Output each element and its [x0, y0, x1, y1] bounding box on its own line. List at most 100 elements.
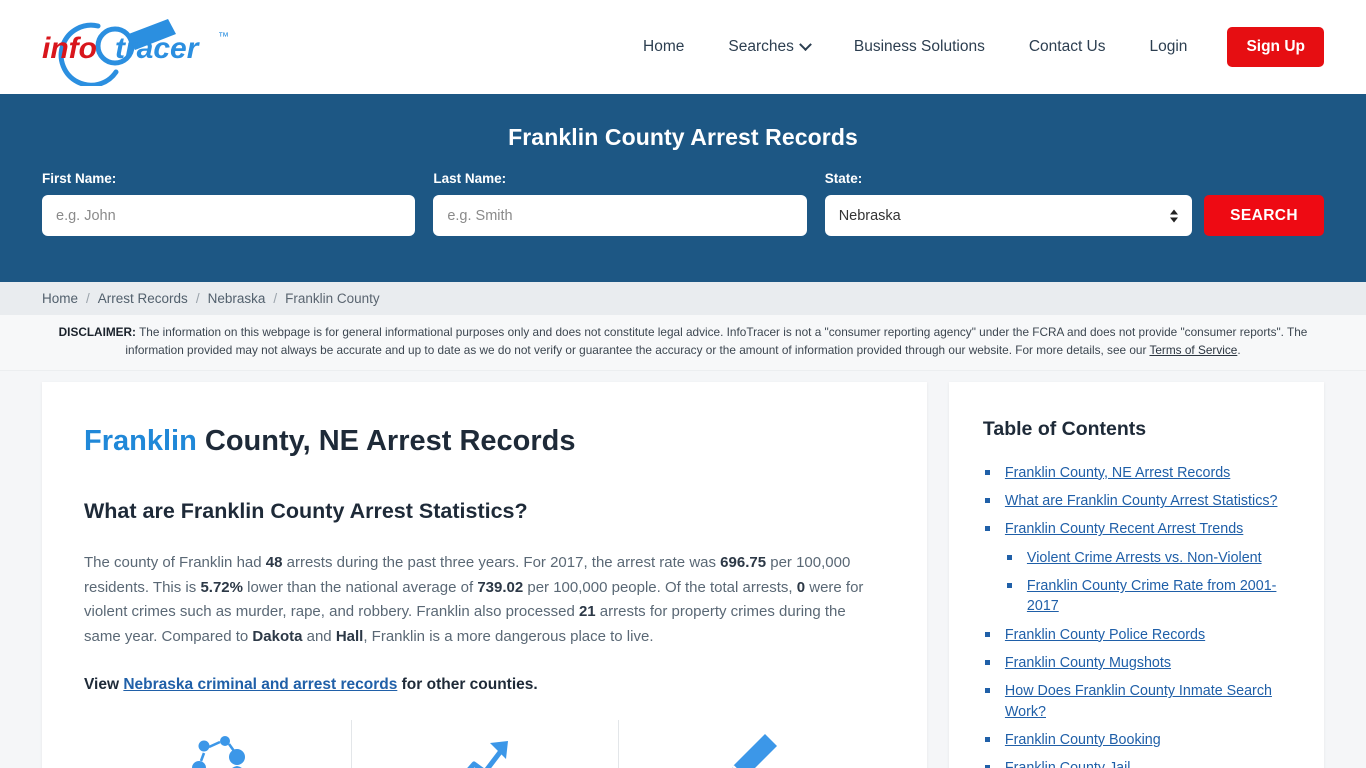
toc-item: Violent Crime Arrests vs. Non-Violent — [983, 548, 1294, 568]
stat-text-5: per 100,000 people. Of the total arrests… — [523, 578, 797, 596]
section-heading-statistics: What are Franklin County Arrest Statisti… — [84, 498, 528, 523]
svg-text:tracer: tracer — [115, 32, 201, 65]
main-navigation: Home Searches Business Solutions Contact… — [621, 0, 1324, 94]
search-button[interactable]: SEARCH — [1204, 195, 1324, 236]
nav-home-label: Home — [643, 38, 685, 55]
toc-item: Franklin County Recent Arrest Trends — [983, 519, 1294, 539]
disclaimer-text: The information on this webpage is for g… — [125, 325, 1308, 357]
toc-link-4[interactable]: Franklin County Crime Rate from 2001-201… — [1027, 578, 1277, 614]
state-select-wrap: NebraskaAlabamaAlaskaArizonaArkansasCali… — [824, 195, 1193, 236]
stat-violent-crimes: 0 — [796, 578, 806, 596]
feature-cell-3 — [617, 720, 885, 768]
stat-text-4: lower than the national average of — [242, 578, 478, 596]
toc-item: Franklin County Police Records — [983, 625, 1294, 645]
last-name-input[interactable] — [433, 195, 807, 236]
toc-link-2[interactable]: Franklin County Recent Arrest Trends — [1005, 521, 1243, 537]
state-select[interactable]: NebraskaAlabamaAlaskaArizonaArkansasCali… — [824, 195, 1193, 236]
toc-item: Franklin County Jail — [983, 758, 1294, 768]
toc-link-6[interactable]: Franklin County Mugshots — [1005, 655, 1171, 671]
stat-total-arrests: 48 — [265, 553, 283, 571]
search-form: First Name: Last Name: State: NebraskaAl… — [0, 151, 1366, 236]
nav-login[interactable]: Login — [1128, 38, 1210, 56]
breadcrumb-separator: / — [273, 291, 278, 306]
last-name-label: Last Name: — [433, 171, 507, 186]
terms-of-service-link[interactable]: Terms of Service — [1149, 343, 1237, 357]
site-header: info tracer ™ Home Searches Business Sol… — [0, 0, 1366, 94]
nav-searches[interactable]: Searches — [706, 37, 831, 56]
toc-link-3[interactable]: Violent Crime Arrests vs. Non-Violent — [1027, 550, 1262, 566]
stat-percent-lower: 5.72% — [200, 578, 243, 596]
toc-item: What are Franklin County Arrest Statisti… — [983, 491, 1294, 511]
toc-link-8[interactable]: Franklin County Booking — [1005, 732, 1161, 748]
feature-icon-strip — [84, 720, 885, 768]
stat-property-crimes: 21 — [578, 603, 596, 621]
view-line-post: for other counties. — [397, 676, 538, 694]
article-title-rest: County, NE Arrest Records — [196, 424, 576, 457]
breadcrumb-item-home[interactable]: Home — [42, 291, 78, 306]
stat-text-8: and — [302, 628, 336, 646]
nav-contact-us[interactable]: Contact Us — [1007, 38, 1128, 56]
nav-business-solutions[interactable]: Business Solutions — [832, 38, 1007, 56]
view-other-counties-line: View Nebraska criminal and arrest record… — [84, 676, 885, 694]
first-name-label: First Name: — [42, 171, 117, 186]
toc-link-9[interactable]: Franklin County Jail — [1005, 760, 1131, 768]
toc-item: Franklin County, NE Arrest Records — [983, 463, 1294, 483]
page-title: Franklin County Arrest Records — [508, 124, 858, 150]
infotracer-logo-icon: info tracer ™ — [42, 19, 229, 86]
toc-item: How Does Franklin County Inmate Search W… — [983, 681, 1294, 722]
breadcrumb-separator: / — [86, 291, 90, 306]
toc-link-0[interactable]: Franklin County, NE Arrest Records — [1005, 465, 1230, 481]
view-line-pre: View — [84, 676, 124, 694]
breadcrumb-item-current: Franklin County — [285, 291, 380, 306]
breadcrumb-item-nebraska[interactable]: Nebraska — [208, 291, 266, 306]
svg-text:™: ™ — [218, 31, 229, 43]
sign-up-button[interactable]: Sign Up — [1227, 27, 1324, 67]
stat-county-dakota: Dakota — [252, 628, 303, 646]
stat-text-2: arrests during the past three years. For… — [282, 553, 721, 571]
breadcrumb-item-arrest-records[interactable]: Arrest Records — [98, 291, 188, 306]
stat-arrest-rate: 696.75 — [720, 553, 767, 571]
trend-arrow-up-icon — [467, 741, 509, 768]
network-people-icon — [192, 736, 246, 768]
disclaimer-label: DISCLAIMER: — [58, 325, 136, 339]
toc-link-7[interactable]: How Does Franklin County Inmate Search W… — [1005, 683, 1272, 719]
disclaimer-banner: DISCLAIMER: The information on this webp… — [0, 315, 1366, 371]
toc-list: Franklin County, NE Arrest Records What a… — [983, 463, 1294, 768]
pen-icon — [732, 734, 778, 768]
feature-cell-1 — [84, 720, 351, 768]
table-of-contents-card: Table of Contents Franklin County, NE Ar… — [948, 381, 1324, 768]
feature-cell-2 — [350, 720, 618, 768]
nebraska-records-link[interactable]: Nebraska criminal and arrest records — [123, 676, 397, 693]
toc-item: Franklin County Mugshots — [983, 653, 1294, 673]
state-group: State: NebraskaAlabamaAlaskaArizonaArkan… — [824, 171, 1193, 236]
page-body: Franklin County, NE Arrest Records What … — [0, 371, 1366, 768]
site-logo[interactable]: info tracer ™ — [40, 8, 240, 86]
toc-link-5[interactable]: Franklin County Police Records — [1005, 627, 1205, 643]
statistics-paragraph: The county of Franklin had 48 arrests du… — [84, 551, 885, 651]
nav-contact-us-label: Contact Us — [1028, 38, 1106, 55]
nav-searches-label: Searches — [728, 38, 794, 55]
stat-text-9: , Franklin is a more dangerous place to … — [363, 628, 654, 646]
state-label: State: — [824, 171, 863, 186]
toc-title: Table of Contents — [982, 417, 1147, 440]
toc-item: Franklin County Booking — [983, 730, 1294, 750]
breadcrumb-separator: / — [195, 291, 200, 306]
nav-home[interactable]: Home — [621, 38, 706, 56]
nav-login-label: Login — [1149, 38, 1188, 55]
first-name-input[interactable] — [42, 195, 416, 236]
stat-text-1: The county of Franklin had — [84, 553, 266, 571]
chevron-down-icon — [798, 37, 812, 51]
svg-text:info: info — [42, 32, 97, 65]
toc-link-1[interactable]: What are Franklin County Arrest Statisti… — [1005, 493, 1278, 509]
stat-county-hall: Hall — [335, 628, 364, 646]
article-card: Franklin County, NE Arrest Records What … — [42, 381, 927, 768]
first-name-group: First Name: — [42, 171, 416, 236]
breadcrumb: Home / Arrest Records / Nebraska / Frank… — [0, 282, 1366, 315]
stat-national-average: 739.02 — [477, 578, 524, 596]
search-hero-section: Franklin County Arrest Records First Nam… — [0, 94, 1366, 282]
nav-business-solutions-label: Business Solutions — [853, 38, 985, 55]
last-name-group: Last Name: — [433, 171, 807, 236]
disclaimer-period: . — [1237, 342, 1241, 357]
toc-item: Franklin County Crime Rate from 2001-201… — [983, 576, 1294, 617]
article-title: Franklin County, NE Arrest Records — [84, 424, 885, 459]
